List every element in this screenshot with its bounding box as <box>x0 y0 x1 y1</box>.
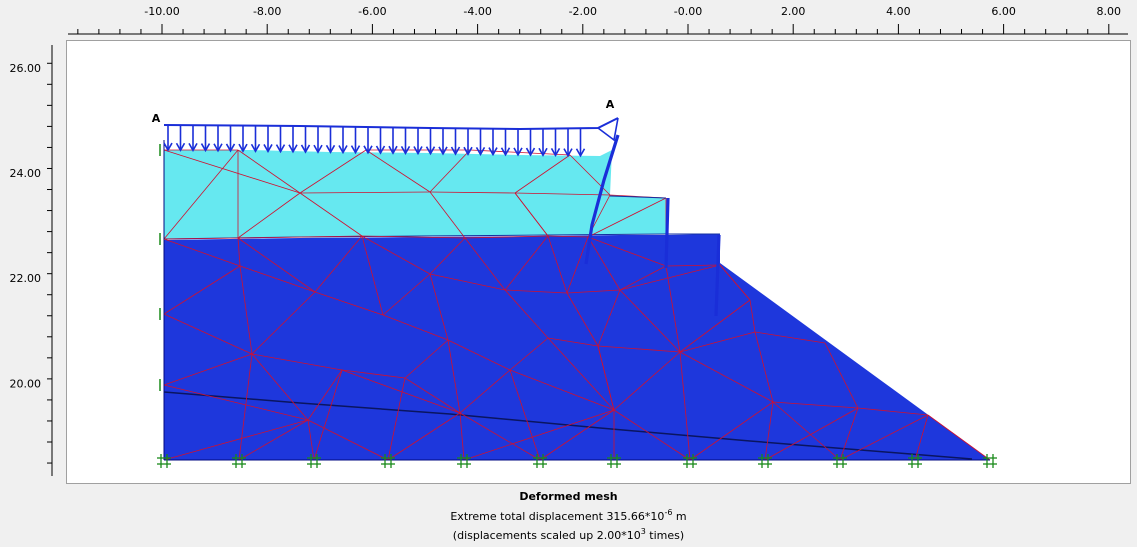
displacement-prefix: Extreme total displacement 315.66*10 <box>450 510 665 523</box>
displacement-exponent: -6 <box>664 508 673 517</box>
load-end-arrow <box>597 117 619 142</box>
scale-prefix: (displacements scaled up 2.00*10 <box>452 529 641 542</box>
caption-title: Deformed mesh <box>519 490 618 503</box>
wall-plate-2 <box>664 197 670 269</box>
scale-exponent: 3 <box>640 527 646 536</box>
deformed-mesh-view: AA <box>152 98 997 468</box>
cross-section-label-right: A <box>606 98 615 111</box>
displacement-unit: m <box>672 510 687 523</box>
caption-displacement: Extreme total displacement 315.66*10-6 m <box>0 508 1137 523</box>
scale-suffix: times) <box>645 529 685 542</box>
load-top-line <box>163 117 619 131</box>
cross-section-label-left: A <box>152 112 161 125</box>
caption-scale: (displacements scaled up 2.00*103 times) <box>0 527 1137 542</box>
